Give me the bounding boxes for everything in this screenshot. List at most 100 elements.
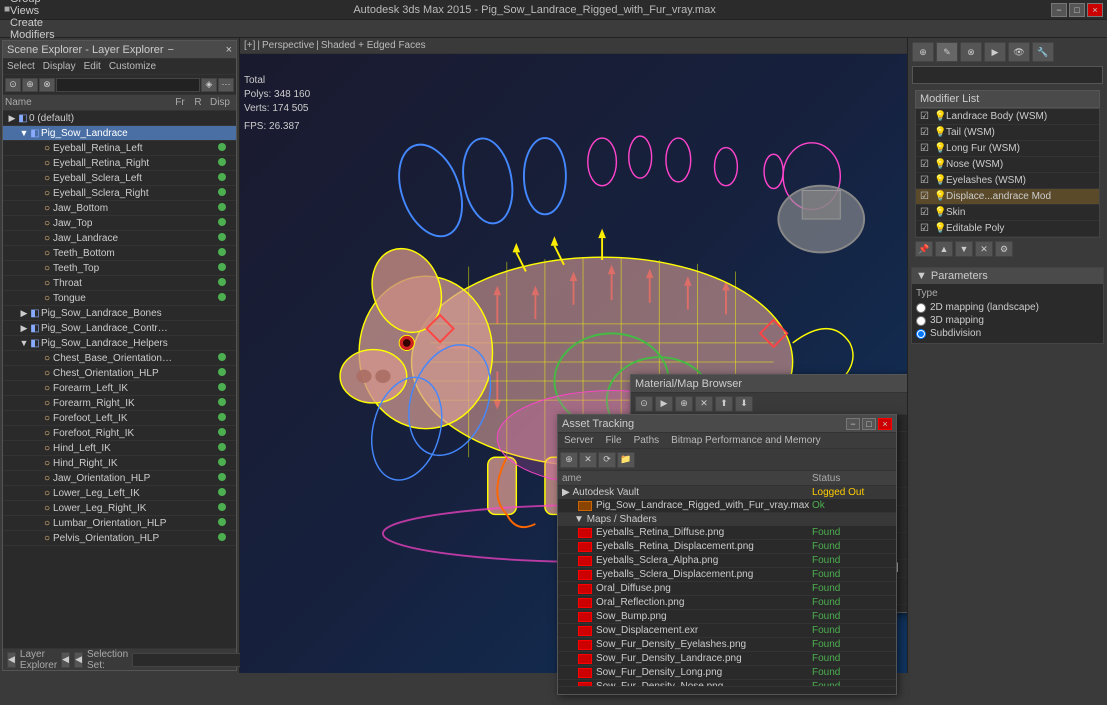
- tree-item[interactable]: ○Eyeball_Retina_Left: [3, 141, 236, 156]
- le-footer-btn3[interactable]: ◀: [74, 652, 83, 668]
- tree-item[interactable]: ○Hind_Right_IK: [3, 456, 236, 471]
- tree-item[interactable]: ○Chest_Orientation_HLP: [3, 366, 236, 381]
- asset-tb-btn1[interactable]: ⊕: [560, 452, 578, 468]
- tree-item[interactable]: ○Jaw_Landrace: [3, 231, 236, 246]
- minimize-btn[interactable]: −: [1051, 3, 1067, 17]
- tree-expand-icon[interactable]: ▶: [19, 308, 29, 319]
- asset-tb-btn3[interactable]: ⟳: [598, 452, 616, 468]
- se-menu-select[interactable]: Select: [3, 61, 39, 72]
- tree-item[interactable]: ○Tongue: [3, 291, 236, 306]
- mat-tb-btn2[interactable]: ▶: [655, 396, 673, 412]
- tree-item[interactable]: ○Teeth_Bottom: [3, 246, 236, 261]
- mod-item[interactable]: ☑💡Skin: [916, 205, 1099, 221]
- tree-item[interactable]: ○Forefoot_Right_IK: [3, 426, 236, 441]
- breadcrumb-shading[interactable]: Shaded + Edged Faces: [321, 40, 426, 51]
- breadcrumb-perspective[interactable]: Perspective: [262, 40, 314, 51]
- tree-item[interactable]: ○Eyeball_Sclera_Right: [3, 186, 236, 201]
- asset-menu-server[interactable]: Server: [558, 435, 599, 446]
- asset-tb-btn4[interactable]: 📁: [617, 452, 635, 468]
- tree-item[interactable]: ○Lower_Leg_Right_IK: [3, 501, 236, 516]
- tree-item[interactable]: ○Hind_Left_IK: [3, 441, 236, 456]
- object-name-field[interactable]: Pig_Sow_Landrace: [912, 66, 1103, 84]
- type-radio-row[interactable]: Subdivision: [916, 328, 1099, 339]
- tree-expand-icon[interactable]: ▶: [19, 323, 29, 334]
- mat-tb-btn1[interactable]: ⊙: [635, 396, 653, 412]
- tree-item[interactable]: ▼◧Pig_Sow_Landrace_Helpers: [3, 336, 236, 351]
- asset-maps-header[interactable]: ▼ Maps / Shaders: [558, 513, 896, 526]
- mod-btn-pin[interactable]: 📌: [915, 241, 933, 257]
- mod-item[interactable]: ☑💡Eyelashes (WSM): [916, 173, 1099, 189]
- type-radio-row[interactable]: 3D mapping: [916, 315, 1099, 326]
- tree-item[interactable]: ▼◧Pig_Sow_Landrace: [3, 126, 236, 141]
- tree-item[interactable]: ○Jaw_Top: [3, 216, 236, 231]
- asset-map-item[interactable]: Eyeballs_Retina_Displacement.pngFound: [558, 540, 896, 554]
- mod-btn-config[interactable]: ⚙: [995, 241, 1013, 257]
- asset-map-item[interactable]: Sow_Fur_Density_Eyelashes.pngFound: [558, 638, 896, 652]
- le-footer-btn1[interactable]: ◀: [7, 652, 16, 668]
- se-tb-btn5[interactable]: ⋯: [218, 78, 234, 92]
- tree-item[interactable]: ▶◧Pig_Sow_Landrace_Controllers: [3, 321, 236, 336]
- asset-map-item[interactable]: Sow_Fur_Density_Landrace.pngFound: [558, 652, 896, 666]
- asset-map-item[interactable]: Oral_Diffuse.pngFound: [558, 582, 896, 596]
- tree-item[interactable]: ▶◧0 (default): [3, 111, 236, 126]
- mod-item[interactable]: ☑💡Editable Poly: [916, 221, 1099, 237]
- mod-tab-utilities[interactable]: 🔧: [1032, 42, 1054, 62]
- se-menu-display[interactable]: Display: [39, 61, 80, 72]
- mod-item[interactable]: ☑💡Tail (WSM): [916, 125, 1099, 141]
- type-radio-input[interactable]: [916, 303, 926, 313]
- se-tb-btn2[interactable]: ⊕: [22, 78, 38, 92]
- mod-item[interactable]: ☑💡Nose (WSM): [916, 157, 1099, 173]
- asset-map-item[interactable]: Sow_Bump.pngFound: [558, 610, 896, 624]
- asset-map-item[interactable]: Sow_Fur_Density_Nose.pngFound: [558, 680, 896, 686]
- le-footer-btn2[interactable]: ◀: [61, 652, 70, 668]
- se-menu-customize[interactable]: Customize: [105, 61, 160, 72]
- tree-item[interactable]: ○Lumbar_Orientation_HLP: [3, 516, 236, 531]
- mat-tb-btn4[interactable]: ✕: [695, 396, 713, 412]
- maximize-btn[interactable]: □: [1069, 3, 1085, 17]
- type-radio-row[interactable]: 2D mapping (landscape): [916, 302, 1099, 313]
- mod-tab-create[interactable]: ⊕: [912, 42, 934, 62]
- type-radio-input[interactable]: [916, 329, 926, 339]
- mod-tab-modify[interactable]: ✎: [936, 42, 958, 62]
- scene-explorer-close[interactable]: ×: [226, 44, 232, 56]
- se-search-input[interactable]: [56, 78, 200, 92]
- tree-item[interactable]: ○Chest_Base_Orientation_HLP: [3, 351, 236, 366]
- asset-close-btn[interactable]: ×: [878, 418, 892, 430]
- asset-menu-paths[interactable]: Paths: [628, 435, 666, 446]
- asset-scrollbar[interactable]: [558, 686, 896, 694]
- mod-tab-hierarchy[interactable]: ⊗: [960, 42, 982, 62]
- tree-item[interactable]: ○Forearm_Left_IK: [3, 381, 236, 396]
- tree-item[interactable]: ○Teeth_Top: [3, 261, 236, 276]
- asset-map-item[interactable]: Eyeballs_Sclera_Displacement.pngFound: [558, 568, 896, 582]
- mod-btn-move-down[interactable]: ▼: [955, 241, 973, 257]
- asset-map-item[interactable]: Sow_Fur_Density_Long.pngFound: [558, 666, 896, 680]
- asset-min-btn[interactable]: −: [846, 418, 860, 430]
- mat-tb-btn5[interactable]: ⬆: [715, 396, 733, 412]
- asset-max-btn[interactable]: □: [862, 418, 876, 430]
- asset-map-item[interactable]: Oral_Reflection.pngFound: [558, 596, 896, 610]
- tree-item[interactable]: ○Jaw_Bottom: [3, 201, 236, 216]
- tree-expand-icon[interactable]: ▶: [7, 113, 17, 124]
- type-radio-input[interactable]: [916, 316, 926, 326]
- tree-item[interactable]: ○Throat: [3, 276, 236, 291]
- asset-menu-file[interactable]: File: [599, 435, 627, 446]
- params-header[interactable]: ▼ Parameters: [912, 268, 1103, 284]
- tree-item[interactable]: ○Jaw_Orientation_HLP: [3, 471, 236, 486]
- asset-menu-bitmap[interactable]: Bitmap Performance and Memory: [665, 435, 827, 446]
- tree-item[interactable]: ○Forefoot_Left_IK: [3, 411, 236, 426]
- asset-map-item[interactable]: Eyeballs_Retina_Diffuse.pngFound: [558, 526, 896, 540]
- mod-item[interactable]: ☑💡Displace...andrace Mod: [916, 189, 1099, 205]
- tree-item[interactable]: ▶◧Pig_Sow_Landrace_Bones: [3, 306, 236, 321]
- asset-map-item[interactable]: Sow_Displacement.exrFound: [558, 624, 896, 638]
- mod-btn-move-up[interactable]: ▲: [935, 241, 953, 257]
- mod-item[interactable]: ☑💡Long Fur (WSM): [916, 141, 1099, 157]
- mat-tb-btn6[interactable]: ⬇: [735, 396, 753, 412]
- close-btn[interactable]: ×: [1087, 3, 1103, 17]
- se-tb-btn4[interactable]: ◈: [201, 78, 217, 92]
- tree-expand-icon[interactable]: ▼: [19, 338, 29, 348]
- tree-item[interactable]: ○Forearm_Right_IK: [3, 396, 236, 411]
- tree-item[interactable]: ○Lower_Leg_Left_IK: [3, 486, 236, 501]
- asset-vault-header[interactable]: ▶ Autodesk VaultLogged Out: [558, 486, 896, 499]
- mat-tb-btn3[interactable]: ⊕: [675, 396, 693, 412]
- menu-item-create[interactable]: Create: [4, 17, 84, 29]
